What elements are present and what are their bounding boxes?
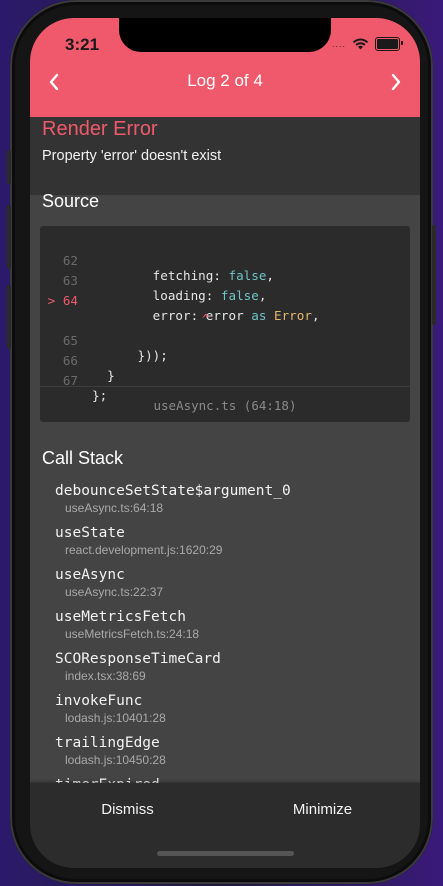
code-file-location[interactable]: useAsync.ts (64:18) [40, 398, 410, 413]
status-time: 3:21 [65, 35, 100, 54]
minimize-button[interactable]: Minimize [225, 801, 420, 818]
stack-frame[interactable]: useAsync useAsync.ts:22:37 [55, 567, 163, 599]
screen: 3:21 .... Log 2 of 4 Render Error Proper… [30, 18, 420, 868]
dismiss-button[interactable]: Dismiss [30, 801, 225, 818]
volume-up-button [7, 205, 11, 269]
error-message: Property 'error' doesn't exist [42, 148, 222, 164]
chevron-right-icon [391, 73, 401, 91]
battery-icon [375, 37, 403, 51]
code-line: 66 } [62, 353, 115, 383]
log-title: Log 2 of 4 [187, 71, 263, 90]
call-stack-list[interactable]: debounceSetState$argument_0 useAsync.ts:… [30, 479, 420, 783]
code-line: 65 })); [62, 333, 168, 363]
error-caret-line: ^ [40, 296, 210, 326]
error-caret: ^ [202, 311, 210, 326]
notch [119, 18, 331, 52]
stack-frame[interactable]: SCOResponseTimeCard index.tsx:38:69 [55, 651, 221, 683]
home-indicator[interactable] [157, 851, 294, 856]
status-icons: .... [331, 37, 403, 51]
volume-down-button [7, 285, 11, 349]
code-line: 67 }; [62, 373, 108, 403]
call-stack-heading: Call Stack [42, 448, 124, 468]
next-log-button[interactable] [381, 68, 411, 96]
code-line: 62 fetching: false, [62, 253, 275, 283]
stack-frame[interactable]: useMetricsFetch useMetricsFetch.ts:24:18 [55, 609, 199, 641]
log-nav: Log 2 of 4 [30, 66, 420, 98]
signal-dots: .... [331, 39, 346, 49]
code-line-error: > 64 error: error as Error, [40, 278, 320, 323]
power-button [432, 225, 436, 325]
silent-switch [7, 150, 11, 184]
error-title: Render Error [42, 118, 158, 140]
stack-frame[interactable]: useState react.development.js:1620:29 [55, 525, 222, 557]
stack-frame[interactable]: invokeFunc lodash.js:10401:28 [55, 693, 166, 725]
stack-frame[interactable]: trailingEdge lodash.js:10450:28 [55, 735, 166, 767]
code-divider [40, 386, 410, 387]
code-frame[interactable]: 62 fetching: false, 63 loading: false, >… [40, 226, 410, 422]
stack-frame[interactable]: debounceSetState$argument_0 useAsync.ts:… [55, 483, 291, 515]
code-line: 63 loading: false, [62, 273, 267, 303]
source-heading: Source [42, 191, 100, 211]
wifi-icon [352, 38, 369, 50]
log-header: 3:21 .... Log 2 of 4 [30, 18, 420, 117]
